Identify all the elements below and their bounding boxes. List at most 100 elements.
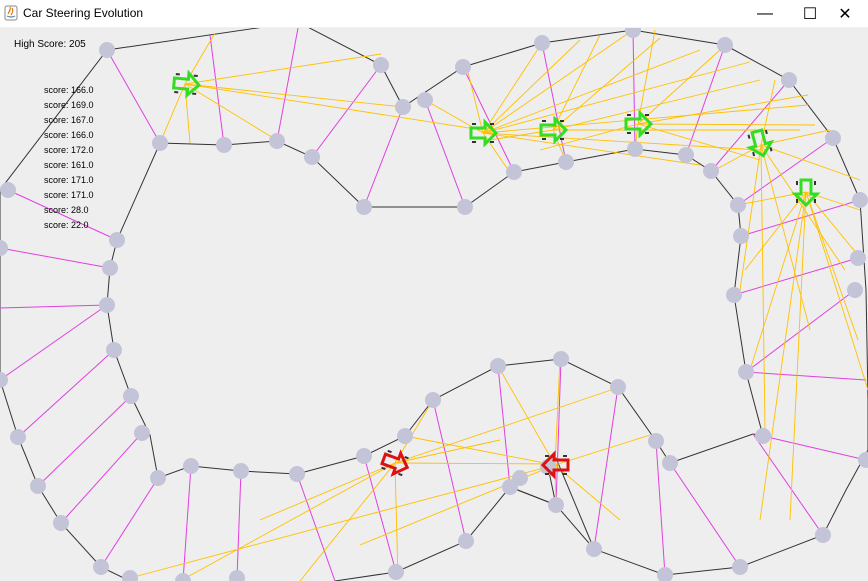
waypoint-marker xyxy=(852,192,868,208)
car-wheel xyxy=(563,455,567,457)
car-wheel xyxy=(542,138,546,140)
sensor-ray xyxy=(760,144,861,181)
car-wheel xyxy=(490,123,494,125)
car-wheel xyxy=(398,472,403,477)
car-wheel xyxy=(542,120,546,122)
gate-line xyxy=(363,455,397,573)
track-scene xyxy=(0,28,868,581)
car-wheel xyxy=(387,449,392,454)
gate-line xyxy=(106,49,161,144)
title-bar: Car Steering Evolution — ☐ ✕ xyxy=(0,0,868,28)
waypoint-marker xyxy=(397,428,413,444)
sensor-ray xyxy=(552,79,761,131)
gate-line xyxy=(0,247,111,269)
waypoint-marker xyxy=(458,533,474,549)
waypoint-marker xyxy=(490,358,506,374)
sensor-ray xyxy=(749,191,807,371)
gate-line xyxy=(236,470,242,579)
car-wheel xyxy=(563,473,567,475)
gate-line xyxy=(685,44,726,156)
simulation-canvas[interactable]: High Score: 205 score: 166.0 score: 169.0… xyxy=(0,28,868,581)
waypoint-marker xyxy=(703,163,719,179)
waypoint-marker xyxy=(183,458,199,474)
high-score-label: High Score: 205 xyxy=(14,39,86,50)
waypoint-marker xyxy=(229,570,245,581)
car-wheel xyxy=(472,141,476,143)
waypoint-marker xyxy=(93,559,109,575)
sensor-ray xyxy=(739,144,762,291)
car-wheel xyxy=(490,141,494,143)
gate-line xyxy=(432,399,467,542)
car-wheel xyxy=(814,199,816,203)
waypoint-marker xyxy=(122,570,138,581)
waypoint-marker xyxy=(425,392,441,408)
sensor-ray xyxy=(394,462,561,465)
gate-line xyxy=(100,477,159,568)
waypoint-marker xyxy=(627,141,643,157)
sensor-ray xyxy=(760,144,811,331)
waypoint-marker xyxy=(373,57,389,73)
waypoint-marker xyxy=(850,250,866,266)
waypoint-marker xyxy=(289,466,305,482)
score-line: score: 167.0 xyxy=(44,115,94,125)
waypoint-marker xyxy=(717,37,733,53)
sensor-ray xyxy=(637,49,721,125)
sensor-ray xyxy=(637,123,816,126)
waypoint-marker xyxy=(417,92,433,108)
minimize-button[interactable]: — xyxy=(742,0,788,27)
waypoint-marker xyxy=(99,42,115,58)
waypoint-marker xyxy=(102,260,118,276)
score-line: score: 172.0 xyxy=(44,145,94,155)
sensor-ray xyxy=(129,464,556,579)
sensor-ray xyxy=(482,132,701,166)
score-line: score: 169.0 xyxy=(44,100,94,110)
waypoint-marker xyxy=(175,573,191,581)
waypoint-marker xyxy=(847,282,863,298)
waypoint-marker xyxy=(455,59,471,75)
gate-line xyxy=(60,432,143,524)
car-wheel xyxy=(747,134,751,139)
sensor-ray xyxy=(482,29,634,134)
waypoint-marker xyxy=(0,240,8,256)
waypoint-marker xyxy=(815,527,831,543)
waypoint-marker xyxy=(534,35,550,51)
waypoint-marker xyxy=(625,28,641,38)
car-wheel xyxy=(545,473,549,475)
car-wheel xyxy=(645,114,649,116)
waypoint-marker xyxy=(99,297,115,313)
gate-line xyxy=(37,395,132,487)
waypoint-marker xyxy=(123,388,139,404)
score-line: score: 166.0 xyxy=(44,130,94,140)
maximize-icon: ☐ xyxy=(802,5,818,23)
waypoint-marker xyxy=(730,197,746,213)
waypoint-marker xyxy=(825,130,841,146)
sensor-ray xyxy=(179,462,396,581)
gate-line xyxy=(632,29,636,150)
waypoint-marker xyxy=(53,515,69,531)
waypoint-marker xyxy=(738,364,754,380)
score-line: score: 171.0 xyxy=(44,190,94,200)
waypoint-marker xyxy=(648,433,664,449)
gate-line xyxy=(669,462,741,568)
waypoint-marker xyxy=(781,72,797,88)
car-wheel xyxy=(627,114,631,116)
waypoint-marker xyxy=(10,429,26,445)
sensor-ray xyxy=(637,94,809,125)
close-button[interactable]: ✕ xyxy=(822,0,868,27)
score-line: score: 161.0 xyxy=(44,160,94,170)
waypoint-marker xyxy=(356,448,372,464)
waypoint-marker xyxy=(733,228,749,244)
car-wheel xyxy=(545,455,549,457)
gate-line xyxy=(311,64,382,158)
score-line: score: 171.0 xyxy=(44,175,94,185)
sensor-ray xyxy=(259,462,396,521)
waypoint-marker xyxy=(134,425,150,441)
car-wheel xyxy=(796,181,798,185)
car-wheel xyxy=(814,181,816,185)
waypoint-marker xyxy=(457,199,473,215)
waypoint-marker xyxy=(726,287,742,303)
minimize-icon: — xyxy=(757,4,773,22)
car-wheel xyxy=(627,132,631,134)
score-line: score: 28.0 xyxy=(44,205,89,215)
waypoint-marker xyxy=(30,478,46,494)
